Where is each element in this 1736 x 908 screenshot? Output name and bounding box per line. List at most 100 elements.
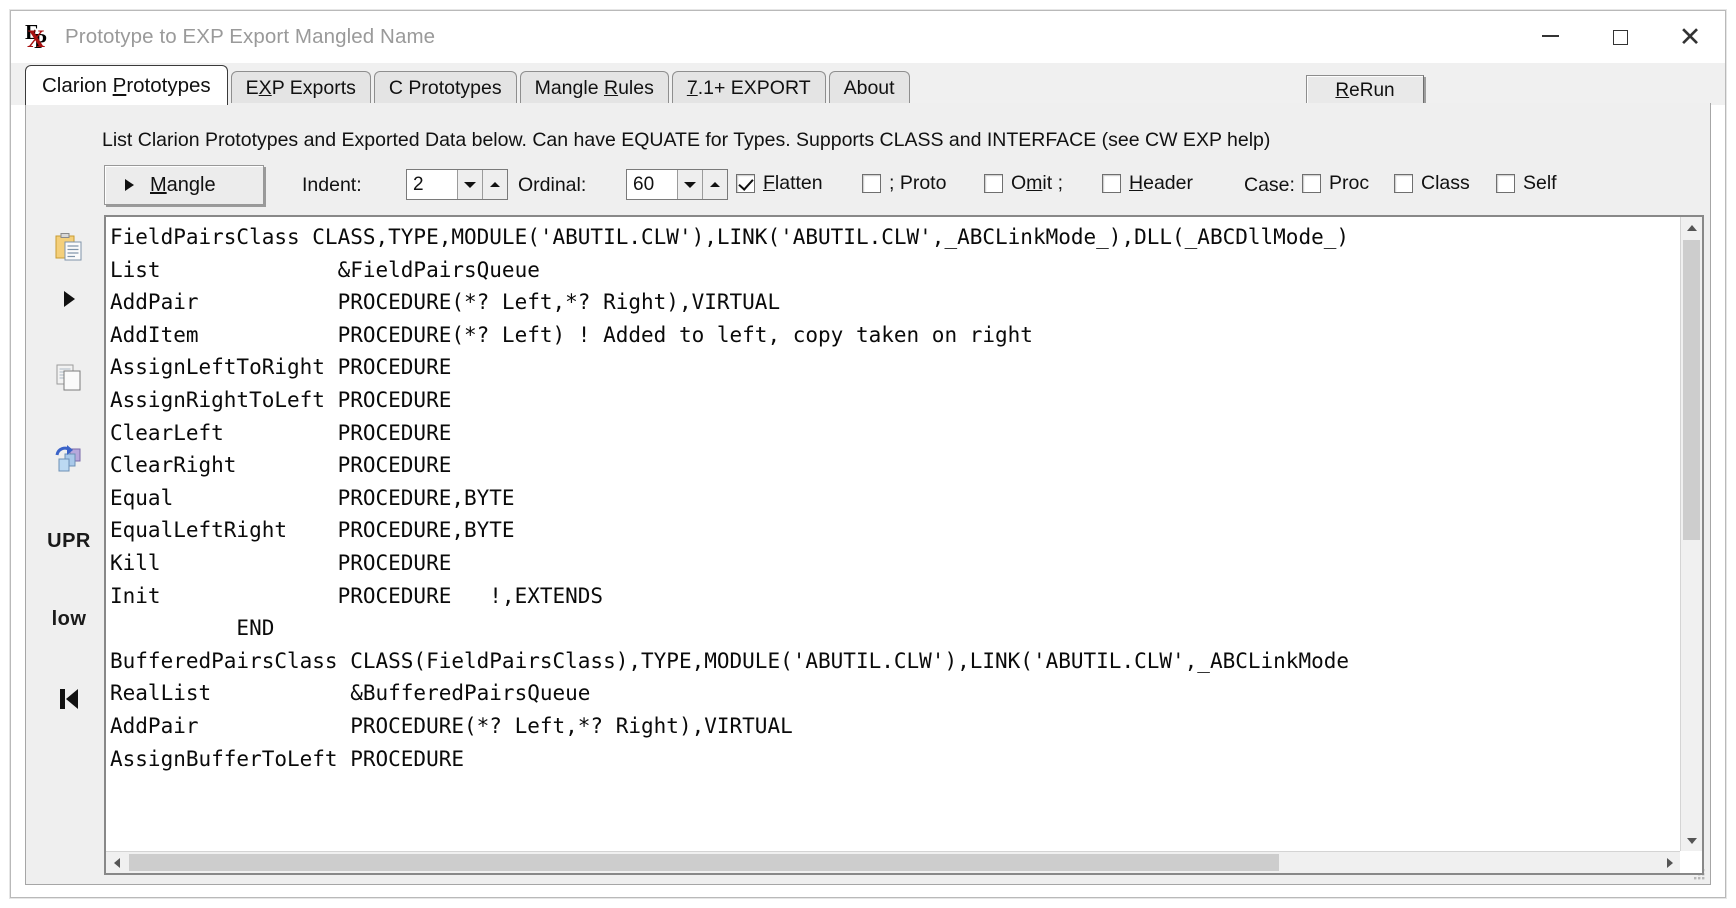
maximize-button[interactable] (1585, 11, 1655, 63)
tab-c-prototypes[interactable]: C Prototypes (373, 71, 517, 105)
scroll-left-icon (113, 857, 120, 868)
resize-grip-icon[interactable] (1692, 867, 1706, 881)
tab-mangle-rules[interactable]: Mangle Rules (519, 71, 669, 105)
code-line: Equal PROCEDURE,BYTE (110, 485, 515, 510)
refresh-swap-icon[interactable] (38, 433, 100, 485)
code-line: List &FieldPairsQueue (110, 257, 540, 282)
checkbox-flatten[interactable]: Flatten (736, 172, 823, 195)
scroll-right-button[interactable] (1659, 852, 1680, 873)
tab-list: Clarion Prototypes EXP Exports C Prototype… (25, 63, 913, 105)
tab-label: About (843, 77, 895, 99)
maximize-icon (1612, 29, 1628, 45)
copy-icon[interactable] (38, 351, 100, 403)
checkbox-label: Self (1523, 172, 1557, 194)
checkbox-box (1102, 174, 1121, 193)
code-line: AssignRightToLeft PROCEDURE (110, 387, 452, 412)
tab-clarion-prototypes[interactable]: Clarion Prototypes (25, 65, 228, 105)
paste-icon[interactable] (38, 221, 100, 273)
checkbox-class[interactable]: Class (1394, 172, 1470, 195)
checkbox-label: Flatten (763, 172, 823, 194)
uppercase-button[interactable]: UPR (38, 515, 100, 567)
tab-label: Clarion Prototypes (42, 73, 211, 97)
goto-start-glyph (60, 689, 78, 709)
code-line: ClearRight PROCEDURE (110, 453, 452, 478)
indent-value[interactable]: 2 (407, 170, 457, 199)
options-toolbar: Mangle Indent: 2 Ordinal: 60 Flatten ; P… (26, 163, 1710, 209)
paste-icon-glyph (55, 233, 82, 261)
checkbox-label: ; Proto (889, 172, 947, 194)
run-triangle-icon (63, 291, 75, 307)
indent-dropdown-button[interactable] (457, 170, 482, 199)
horizontal-scrollbar[interactable] (106, 851, 1680, 873)
checkbox-box (984, 174, 1003, 193)
code-line: AssignBufferToLeft PROCEDURE (110, 746, 465, 771)
play-triangle-icon (125, 179, 134, 191)
indent-stepper[interactable]: 2 (406, 169, 508, 200)
ordinal-stepper[interactable]: 60 (626, 169, 728, 200)
checkbox-label: Proc (1329, 172, 1370, 194)
code-editor[interactable]: FieldPairsClass CLASS,TYPE,MODULE('ABUTI… (104, 215, 1704, 875)
chevron-up-icon (490, 182, 500, 187)
code-line: AddPair PROCEDURE(*? Left,*? Right),VIRT… (110, 290, 781, 315)
ordinal-spin-up-button[interactable] (702, 170, 727, 199)
checkbox-proc[interactable]: Proc (1302, 172, 1369, 195)
code-line: ClearLeft PROCEDURE (110, 420, 452, 445)
minimize-button[interactable] (1515, 11, 1585, 63)
horizontal-scroll-thumb[interactable] (129, 854, 1279, 871)
checkbox-box (862, 174, 881, 193)
code-text[interactable]: FieldPairsClass CLASS,TYPE,MODULE('ABUTI… (106, 217, 1680, 851)
ordinal-label: Ordinal: (518, 174, 587, 196)
tab-label: EXP Exports (245, 77, 356, 99)
goto-start-icon[interactable] (38, 673, 100, 725)
vertical-scrollbar[interactable] (1680, 217, 1702, 851)
indent-spin-up-button[interactable] (482, 170, 507, 199)
tab-label: 7.1+ EXPORT (686, 77, 811, 99)
tab-7-1-export[interactable]: 7.1+ EXPORT (671, 71, 826, 105)
copy-icon-glyph (56, 364, 81, 391)
chevron-down-icon (684, 181, 696, 188)
title-bar: EPX Prototype to EXP Export Mangled Name… (11, 11, 1725, 63)
lowercase-button[interactable]: low (38, 593, 100, 645)
indent-label: Indent: (302, 174, 362, 196)
scroll-up-button[interactable] (1681, 217, 1702, 238)
refresh-swap-icon-glyph (55, 445, 81, 472)
checkbox-label: Class (1421, 172, 1470, 194)
checkbox-box (1302, 174, 1321, 193)
mangle-button[interactable]: Mangle (104, 165, 264, 205)
scroll-down-button[interactable] (1681, 830, 1702, 851)
checkbox-header[interactable]: Header (1102, 172, 1193, 195)
code-line: AssignLeftToRight PROCEDURE (110, 355, 452, 380)
mangle-label: Mangle (150, 173, 216, 196)
vertical-scroll-thumb[interactable] (1683, 240, 1700, 540)
checkbox-label: Header (1129, 172, 1193, 194)
code-line: BufferedPairsClass CLASS(FieldPairsClass… (110, 648, 1350, 673)
code-line: AddItem PROCEDURE(*? Left) ! Added to le… (110, 322, 1033, 347)
tab-strip: Clarion Prototypes EXP Exports C Prototype… (11, 63, 1725, 107)
checkbox-self[interactable]: Self (1496, 172, 1557, 195)
chevron-down-icon (464, 181, 476, 188)
window-title: Prototype to EXP Export Mangled Name (65, 25, 436, 48)
checkbox-box (1394, 174, 1413, 193)
rerun-label: ReRun (1335, 80, 1395, 101)
close-icon: ✕ (1678, 21, 1702, 53)
checkbox-label: Omit ; (1011, 172, 1064, 194)
ordinal-value[interactable]: 60 (627, 170, 677, 199)
ordinal-dropdown-button[interactable] (677, 170, 702, 199)
tab-about[interactable]: About (828, 71, 910, 105)
tab-exp-exports[interactable]: EXP Exports (230, 71, 371, 105)
close-button[interactable]: ✕ (1655, 11, 1725, 63)
application-window: EPX Prototype to EXP Export Mangled Name… (10, 10, 1726, 898)
code-line: Kill PROCEDURE (110, 550, 452, 575)
run-icon[interactable] (38, 273, 100, 325)
tool-rail: UPR low (38, 215, 100, 875)
scroll-left-button[interactable] (106, 852, 127, 873)
tab-label: C Prototypes (388, 77, 502, 99)
code-line: FieldPairsClass CLASS,TYPE,MODULE('ABUTI… (110, 225, 1350, 249)
case-label: Case: (1244, 174, 1295, 196)
checkbox-semi-proto[interactable]: ; Proto (862, 172, 946, 195)
checkbox-box (736, 174, 755, 193)
checkbox-omit[interactable]: Omit ; (984, 172, 1063, 195)
scroll-right-icon (1666, 857, 1673, 868)
code-line: END (110, 616, 275, 641)
scroll-down-icon (1686, 837, 1697, 844)
